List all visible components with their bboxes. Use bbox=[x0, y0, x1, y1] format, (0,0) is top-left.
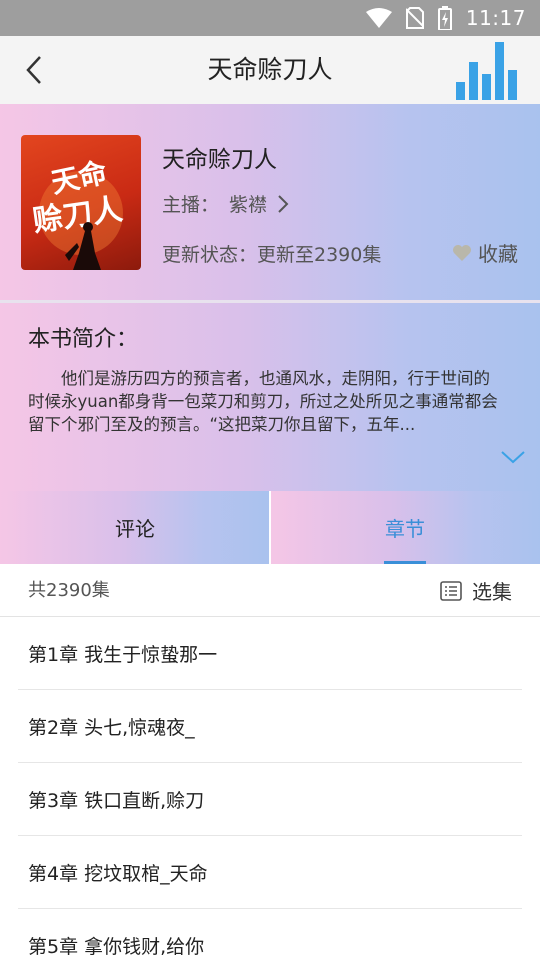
select-episode-label: 选集 bbox=[472, 580, 512, 604]
app-bar: 天命赊刀人 bbox=[0, 36, 540, 104]
status-bar: 11:17 bbox=[0, 0, 540, 36]
chapter-item[interactable]: 第2章 头七,惊魂夜_ bbox=[18, 690, 522, 763]
chapter-item[interactable]: 第5章 拿你钱财,给你 bbox=[18, 909, 522, 960]
chevron-down-icon bbox=[501, 451, 525, 464]
cover-art: 天命 赊刀人 bbox=[31, 156, 125, 270]
book-intro: 本书简介： 他们是游历四方的预言者，也通风水，走阴阳，行于世间的时候永yuan都… bbox=[0, 303, 540, 491]
heart-icon bbox=[453, 244, 471, 261]
no-sim-icon bbox=[405, 7, 424, 29]
now-playing-button[interactable] bbox=[456, 42, 518, 100]
chevron-left-icon bbox=[26, 56, 41, 84]
chevron-right-icon bbox=[278, 194, 289, 213]
book-title: 天命赊刀人 bbox=[162, 147, 277, 173]
tab-separator bbox=[269, 491, 271, 564]
favorite-button[interactable]: 收藏 bbox=[452, 238, 518, 267]
chapter-item[interactable]: 第3章 铁口直断,赊刀 bbox=[18, 763, 522, 836]
equalizer-icon bbox=[456, 42, 517, 100]
chapter-item[interactable]: 第4章 挖坟取棺_天命 bbox=[18, 836, 522, 909]
tab-chapters[interactable]: 章节 bbox=[270, 491, 540, 564]
book-header: 天命 赊刀人 天命赊刀人 主播： 紫襟 更新状态：更新至2390集 收藏 bbox=[0, 104, 540, 301]
anchor-name: 紫襟 bbox=[229, 194, 268, 216]
book-cover[interactable]: 天命 赊刀人 bbox=[21, 135, 141, 270]
update-status: 更新状态：更新至2390集 bbox=[162, 244, 382, 266]
tab-comments-label: 评论 bbox=[115, 517, 155, 541]
select-episode-button[interactable]: 选集 bbox=[440, 564, 512, 617]
back-button[interactable] bbox=[14, 50, 54, 90]
expand-intro-button[interactable] bbox=[500, 447, 526, 467]
chapter-list-header: 共2390集 选集 bbox=[0, 564, 540, 617]
status-icons: 11:17 bbox=[365, 0, 526, 36]
list-icon bbox=[440, 580, 462, 601]
intro-title: 本书简介： bbox=[28, 327, 139, 352]
tab-comments[interactable]: 评论 bbox=[0, 491, 270, 564]
chapter-list: 第1章 我生于惊蛰那一 第2章 头七,惊魂夜_ 第3章 铁口直断,赊刀 第4章 … bbox=[0, 617, 540, 960]
chapter-item[interactable]: 第1章 我生于惊蛰那一 bbox=[18, 617, 522, 690]
battery-charging-icon bbox=[437, 6, 452, 30]
anchor-label: 主播： bbox=[162, 194, 220, 216]
favorite-label: 收藏 bbox=[478, 242, 518, 266]
wifi-icon bbox=[365, 8, 392, 28]
tab-chapters-label: 章节 bbox=[385, 517, 425, 541]
status-time: 11:17 bbox=[465, 6, 526, 30]
intro-text: 他们是游历四方的预言者，也通风水，走阴阳，行于世间的时候永yuan都身背一包菜刀… bbox=[28, 369, 498, 434]
episode-count: 共2390集 bbox=[28, 580, 110, 601]
anchor-link[interactable]: 主播： 紫襟 bbox=[162, 190, 289, 217]
